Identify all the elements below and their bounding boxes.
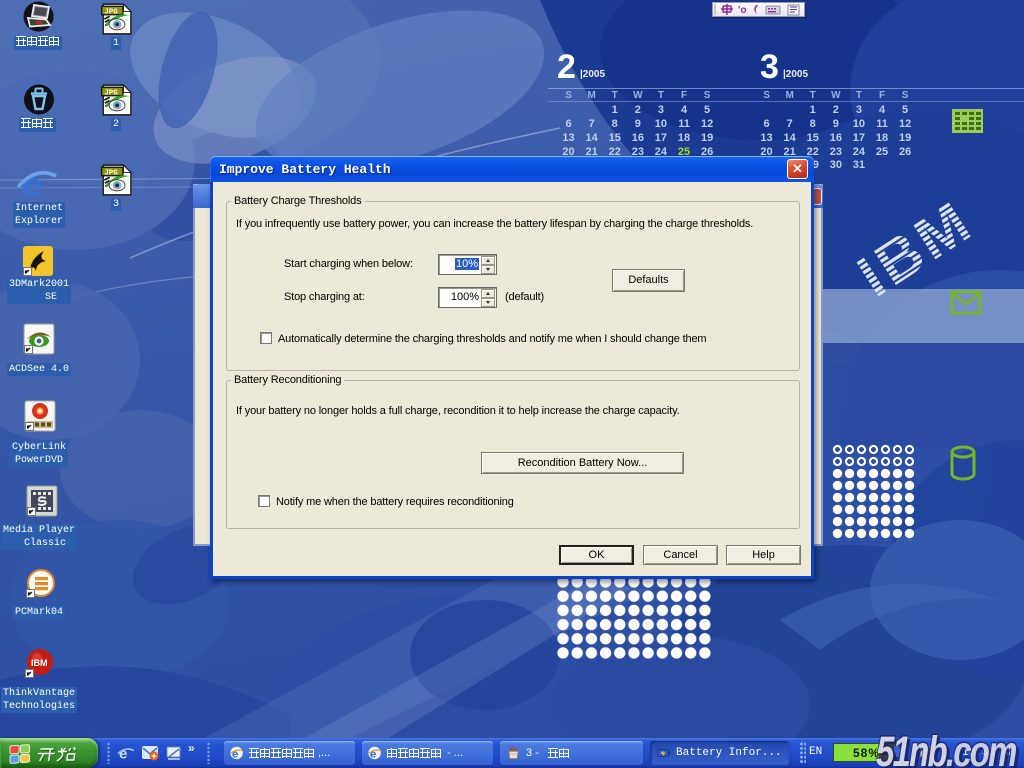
svg-text:IBM: IBM	[31, 658, 48, 668]
svg-text:'ο: 'ο	[738, 5, 747, 16]
svg-text:e: e	[119, 746, 127, 763]
svg-text:e: e	[22, 164, 43, 204]
